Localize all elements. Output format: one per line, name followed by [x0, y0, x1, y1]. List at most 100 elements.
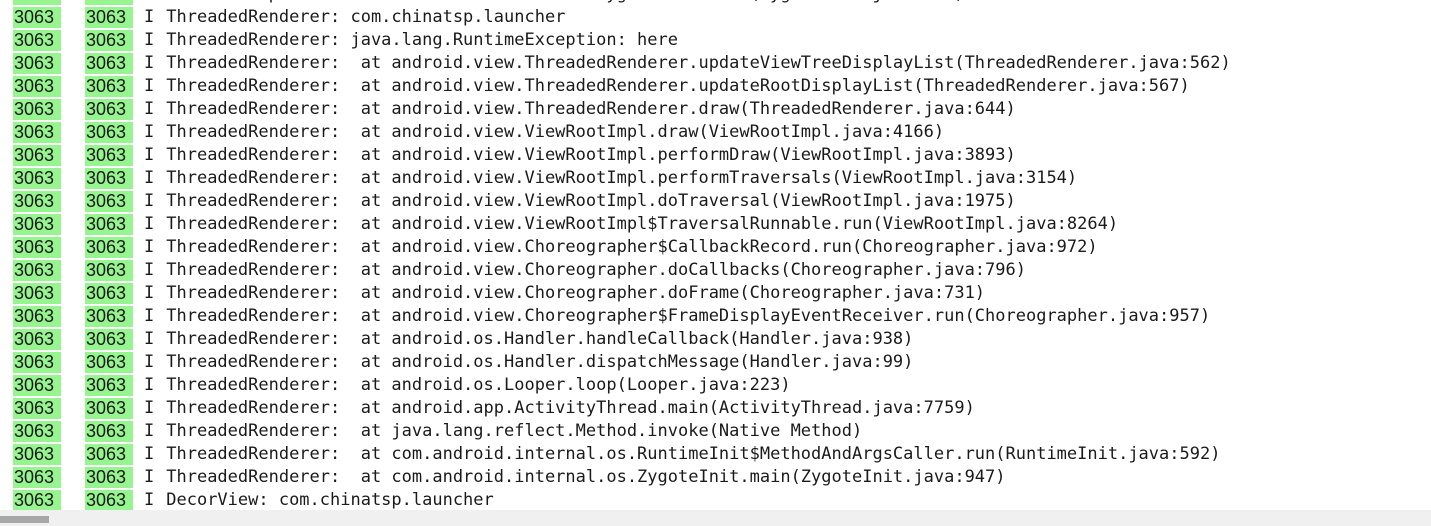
- tid-badge: 3063: [85, 122, 133, 143]
- log-lines: 30633063IViewRootImpl: at com.android.in…: [0, 0, 1431, 510]
- tid-badge: 3063: [85, 30, 133, 51]
- tid-badge: 3063: [85, 76, 133, 97]
- log-line[interactable]: 3063 3063 I ThreadedRenderer: at com.androi…: [0, 443, 1431, 466]
- log-message: ThreadedRenderer: at android.os.Looper.l…: [166, 375, 791, 395]
- log-line[interactable]: 3063 3063 I DecorView: com.chinatsp.launche…: [0, 489, 1431, 510]
- log-line[interactable]: 3063 3063 I ThreadedRenderer: at java.lang.…: [0, 420, 1431, 443]
- tid-badge: 3063: [85, 352, 133, 373]
- log-line[interactable]: 3063 3063 I ThreadedRenderer: at android.vi…: [0, 144, 1431, 167]
- log-line[interactable]: 3063 3063 I ThreadedRenderer: at android.vi…: [0, 190, 1431, 213]
- tid-badge: 3063: [85, 214, 133, 235]
- log-level: I: [144, 122, 155, 142]
- log-message: ThreadedRenderer: at com.android.interna…: [166, 467, 1006, 487]
- log-line[interactable]: 3063 3063 I ThreadedRenderer: at android.vi…: [0, 213, 1431, 236]
- log-message: ThreadedRenderer: at com.android.interna…: [166, 444, 1221, 464]
- tid-badge: 3063: [85, 168, 133, 189]
- log-level: I: [144, 7, 155, 27]
- pid-badge: 3063: [13, 490, 61, 510]
- horizontal-scrollbar[interactable]: [0, 510, 1431, 526]
- log-message: ThreadedRenderer: com.chinatsp.launcher: [166, 7, 566, 27]
- pid-badge: 3063: [13, 444, 61, 465]
- pid-badge: 3063: [13, 191, 61, 212]
- log-message: ThreadedRenderer: at android.view.Thread…: [166, 76, 1190, 96]
- log-line[interactable]: 3063 3063 I ThreadedRenderer: at android.vi…: [0, 167, 1431, 190]
- log-level: I: [144, 352, 155, 372]
- log-level: I: [144, 99, 155, 119]
- log-level: I: [144, 375, 155, 395]
- log-viewer[interactable]: 30633063IViewRootImpl: at com.android.in…: [0, 0, 1431, 510]
- tid-badge: 3063: [85, 237, 133, 258]
- pid-badge: 3063: [13, 30, 61, 51]
- log-message: ThreadedRenderer: at android.view.ViewRo…: [166, 191, 1016, 211]
- scrollbar-thumb[interactable]: [0, 516, 49, 523]
- log-line[interactable]: 3063 3063 I ThreadedRenderer: com.chinatsp.…: [0, 6, 1431, 29]
- tid-badge: 3063: [85, 398, 133, 419]
- tid-badge: 3063: [85, 375, 133, 396]
- log-line[interactable]: 3063 3063 I ThreadedRenderer: at android.os…: [0, 374, 1431, 397]
- log-level: I: [144, 467, 155, 487]
- log-line[interactable]: 3063 3063 I ThreadedRenderer: at android.ap…: [0, 397, 1431, 420]
- pid-badge: 3063: [13, 145, 61, 166]
- pid-badge: 3063: [13, 76, 61, 97]
- pid-badge: 3063: [13, 0, 61, 5]
- pid-badge: 3063: [13, 398, 61, 419]
- pid-badge: 3063: [13, 260, 61, 281]
- tid-badge: 3063: [85, 0, 133, 5]
- tid-badge: 3063: [85, 306, 133, 327]
- log-line[interactable]: 3063 3063 I ThreadedRenderer: at android.vi…: [0, 98, 1431, 121]
- tid-badge: 3063: [85, 145, 133, 166]
- log-line[interactable]: 3063 3063 I ThreadedRenderer: at android.vi…: [0, 52, 1431, 75]
- log-line[interactable]: 3063 3063 I ThreadedRenderer: at android.vi…: [0, 305, 1431, 328]
- log-line[interactable]: 3063 3063 I ThreadedRenderer: at android.vi…: [0, 75, 1431, 98]
- tid-badge: 3063: [85, 53, 133, 74]
- log-message: ThreadedRenderer: at android.view.Choreo…: [166, 283, 986, 303]
- tid-badge: 3063: [85, 191, 133, 212]
- pid-badge: 3063: [13, 421, 61, 442]
- pid-badge: 3063: [13, 352, 61, 373]
- pid-badge: 3063: [13, 375, 61, 396]
- log-message: ThreadedRenderer: at android.view.Thread…: [166, 99, 1016, 119]
- log-line[interactable]: 3063 3063 I ThreadedRenderer: at com.androi…: [0, 466, 1431, 489]
- pid-badge: 3063: [13, 306, 61, 327]
- pid-badge: 3063: [13, 329, 61, 350]
- pid-badge: 3063: [13, 53, 61, 74]
- log-message: ThreadedRenderer: at android.view.ViewRo…: [166, 145, 1016, 165]
- tid-badge: 3063: [85, 7, 133, 28]
- log-message: ThreadedRenderer: java.lang.RuntimeExcep…: [166, 30, 678, 50]
- pid-badge: 3063: [13, 122, 61, 143]
- log-line[interactable]: 3063 3063 I ThreadedRenderer: java.lang.Run…: [0, 29, 1431, 52]
- pid-badge: 3063: [13, 168, 61, 189]
- log-level: I: [144, 306, 155, 326]
- pid-badge: 3063: [13, 467, 61, 488]
- log-line[interactable]: 3063 3063 I ThreadedRenderer: at android.vi…: [0, 259, 1431, 282]
- tid-badge: 3063: [85, 421, 133, 442]
- log-line[interactable]: 3063 3063 I ThreadedRenderer: at android.os…: [0, 328, 1431, 351]
- log-level: I: [144, 398, 155, 418]
- pid-badge: 3063: [13, 283, 61, 304]
- log-message: ThreadedRenderer: at android.view.Choreo…: [166, 306, 1211, 326]
- pid-badge: 3063: [13, 7, 61, 28]
- log-level: I: [144, 260, 155, 280]
- log-level: I: [144, 444, 155, 464]
- log-line[interactable]: 3063 3063 I ThreadedRenderer: at android.vi…: [0, 236, 1431, 259]
- tid-badge: 3063: [85, 260, 133, 281]
- log-message: ThreadedRenderer: at android.view.ViewRo…: [166, 214, 1119, 234]
- log-level: I: [144, 145, 155, 165]
- tid-badge: 3063: [85, 283, 133, 304]
- log-line[interactable]: 3063 3063 I ThreadedRenderer: at android.vi…: [0, 121, 1431, 144]
- log-message: DecorView: com.chinatsp.launcher: [166, 490, 494, 510]
- log-line[interactable]: 3063 3063 I ThreadedRenderer: at android.os…: [0, 351, 1431, 374]
- tid-badge: 3063: [85, 444, 133, 465]
- tid-badge: 3063: [85, 99, 133, 120]
- pid-badge: 3063: [13, 214, 61, 235]
- log-level: I: [144, 214, 155, 234]
- log-message: ThreadedRenderer: at android.os.Handler.…: [166, 352, 914, 372]
- tid-badge: 3063: [85, 490, 133, 510]
- log-message: ThreadedRenderer: at android.view.Choreo…: [166, 237, 1098, 257]
- log-line[interactable]: 3063 3063 I ThreadedRenderer: at android.vi…: [0, 282, 1431, 305]
- log-level: I: [144, 490, 155, 510]
- log-message: ThreadedRenderer: at android.os.Handler.…: [166, 329, 914, 349]
- log-level: I: [144, 30, 155, 50]
- log-message: ThreadedRenderer: at android.view.ViewRo…: [166, 122, 945, 142]
- tid-badge: 3063: [85, 467, 133, 488]
